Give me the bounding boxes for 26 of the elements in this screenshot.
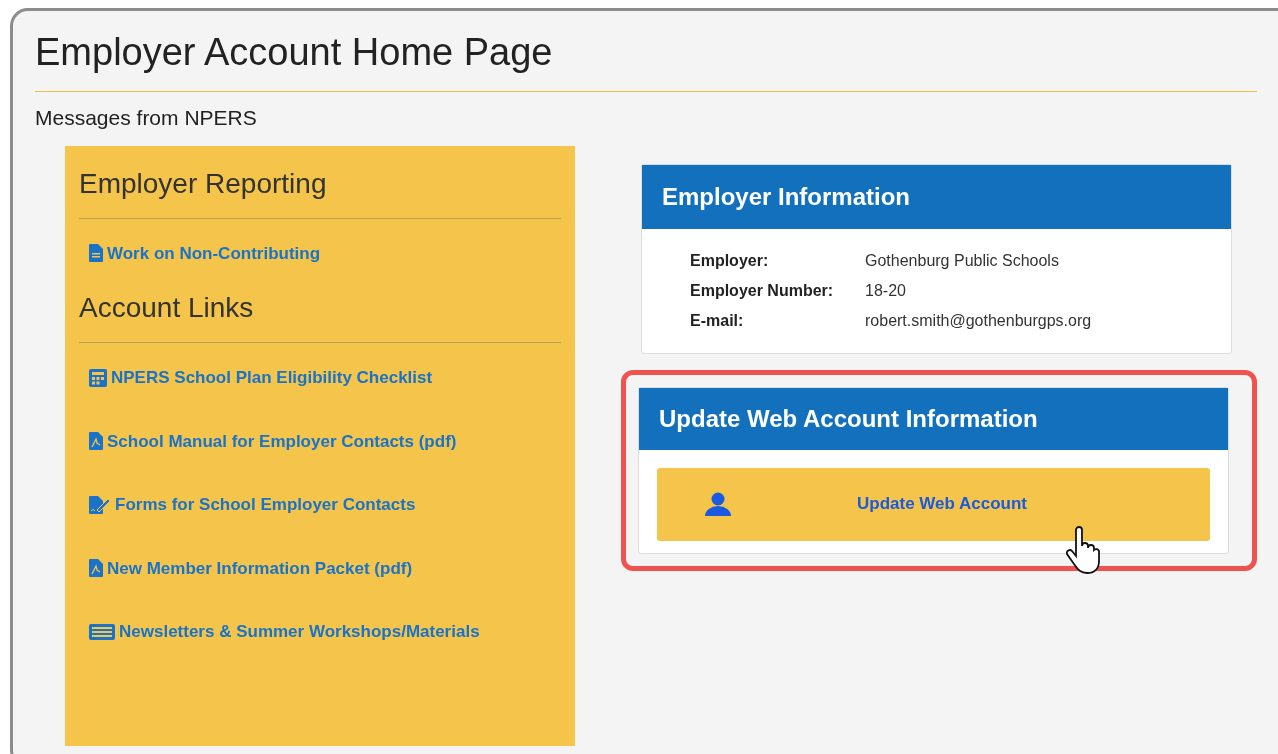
pdf-file-icon (89, 559, 103, 578)
update-web-account-button[interactable]: Update Web Account (657, 467, 1210, 541)
section-heading: Employer Reporting (79, 163, 561, 219)
calculator-icon (89, 368, 107, 387)
sidebar-link[interactable]: Forms for School Employer Contacts (89, 492, 561, 518)
info-value: Gothenburg Public Schools (865, 250, 1060, 271)
section-heading: Account Links (79, 288, 561, 343)
document-icon (89, 244, 103, 263)
sidebar-link[interactable]: New Member Information Packet (pdf) (89, 555, 561, 581)
sidebar-link[interactable]: Newsletters & Summer Workshops/Materials (89, 619, 561, 645)
info-value: 18-20 (865, 280, 907, 301)
info-value: robert.smith@gothenburgps.org (865, 310, 1093, 331)
messages-heading: Messages from NPERS (35, 105, 258, 131)
info-label: E-mail: (690, 310, 745, 331)
user-icon (705, 491, 731, 517)
page-title: Employer Account Home Page (35, 29, 1257, 92)
sidebar-link[interactable]: Work on Non-Contributing (89, 240, 561, 266)
sidebar-link[interactable]: NPERS School Plan Eligibility Checklist (89, 365, 561, 391)
card-header: Employer Information (642, 164, 1231, 229)
newspaper-icon (89, 623, 115, 640)
pdf-file-icon (89, 432, 103, 451)
card-header: Update Web Account Information (639, 387, 1228, 450)
signed-document-icon (89, 495, 111, 514)
sidebar-link[interactable]: School Manual for Employer Contacts (pdf) (89, 428, 561, 454)
info-label: Employer: (690, 250, 770, 271)
info-label: Employer Number: (690, 280, 835, 301)
